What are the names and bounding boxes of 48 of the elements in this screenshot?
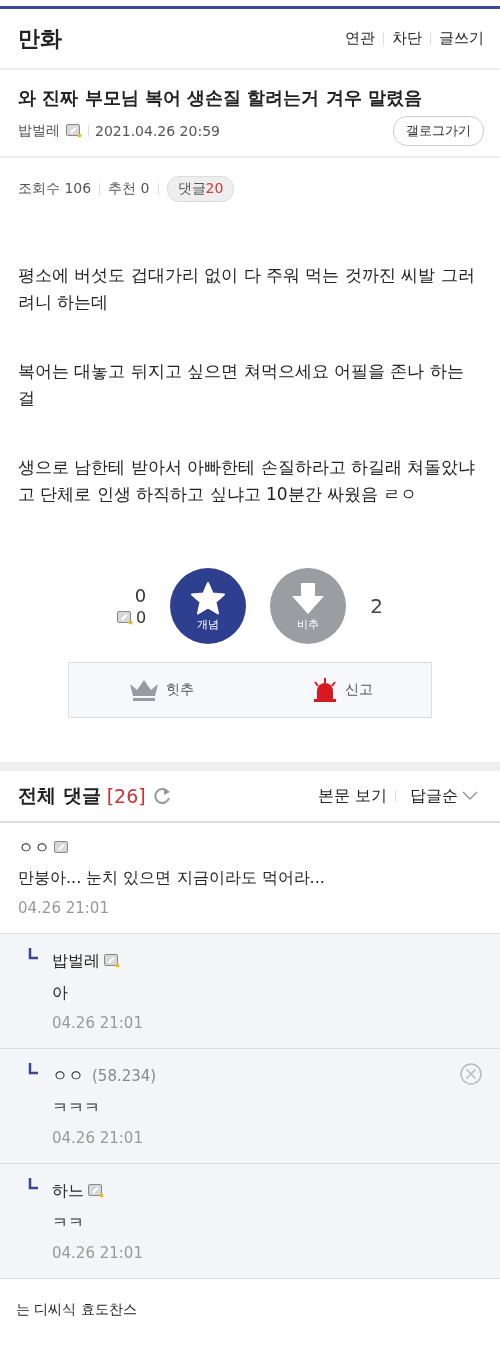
comment-count: [26] [106, 785, 146, 807]
body-paragraph: 복어는 대놓고 뒤지고 싶으면 쳐먹으세요 어필을 존나 하는 걸 [18, 360, 465, 410]
commenter-name: 하느 [52, 1180, 84, 1202]
down-arrow-icon [291, 580, 326, 615]
star-icon [190, 580, 227, 615]
upvote-button[interactable]: 개념 [170, 568, 247, 644]
sort-dropdown[interactable]: 답글순 [404, 784, 484, 808]
board-title: 만화 [18, 24, 62, 53]
stat-text: 조회수 106 [18, 180, 92, 198]
reply-corner-icon [28, 1063, 38, 1075]
post-date: 2021.04.26 20:59 [95, 123, 220, 139]
caption-text: 는 디씨식 효도찬스 [15, 1300, 138, 1319]
author-name: 밥벌레 [18, 122, 60, 140]
comment-time: 04.26 21:01 [52, 1243, 144, 1264]
body-paragraph: 생으로 남한테 받아서 아빠한테 손질하라고 하길래 쳐돌았냐고 단체로 인생 하직하고 싶냐고 10분간 싸웠음 ㄹㅇ [18, 456, 477, 506]
gallog-button[interactable]: 갤로그가기 [393, 116, 484, 146]
fixed-upvote-count: 0 [136, 608, 147, 627]
header-link[interactable]: 차단 [392, 29, 422, 48]
commenter-name: 밥벌레 [52, 950, 100, 972]
commenter-name: ㅇㅇ [52, 1065, 84, 1087]
comment-time: 04.26 21:01 [18, 898, 110, 919]
commenter-name: ㅇㅇ [18, 837, 50, 859]
reply-corner-icon [28, 948, 38, 960]
stat-text: 추천 0 [108, 180, 150, 198]
view-body-link[interactable]: 본문 보기 [317, 785, 387, 807]
comments-title: 전체 댓글 [18, 783, 101, 808]
delete-icon[interactable] [460, 1063, 482, 1085]
crown-icon [127, 678, 160, 702]
post-title: 와 진짜 부모님 복어 생손질 할려는거 겨우 말렸음 [17, 86, 423, 110]
reply-corner-icon [28, 1178, 38, 1190]
comment-text: 아 [52, 981, 69, 1004]
ip-address: (58.234) [92, 1067, 157, 1085]
chevron-down-icon [462, 791, 478, 801]
header-link[interactable]: 연관 [345, 29, 375, 48]
comment-text: ㅋㅋㅋ [52, 1096, 101, 1119]
refresh-icon [151, 786, 172, 806]
downvote-count: 2 [370, 594, 383, 618]
header-link[interactable]: 글쓰기 [439, 29, 484, 48]
comment-count-badge: 댓글20 [166, 176, 235, 202]
body-paragraph: 평소에 버섯도 겁대가리 없이 다 주워 먹는 것까진 씨발 그러려니 하는데 [18, 264, 476, 314]
comment-time: 04.26 21:01 [52, 1128, 144, 1149]
comment-text: 만붕아... 눈치 있으면 지금이라도 먹어라... [18, 866, 326, 889]
user-badge-icon [117, 610, 134, 625]
report-button[interactable]: 신고 [304, 676, 379, 704]
comment-time: 04.26 21:01 [52, 1013, 144, 1034]
comment-text: ㅋㅋ [52, 1211, 85, 1234]
hit-recommend-button[interactable]: 힛추 [121, 677, 200, 703]
upvote-count: 0 [134, 585, 147, 606]
